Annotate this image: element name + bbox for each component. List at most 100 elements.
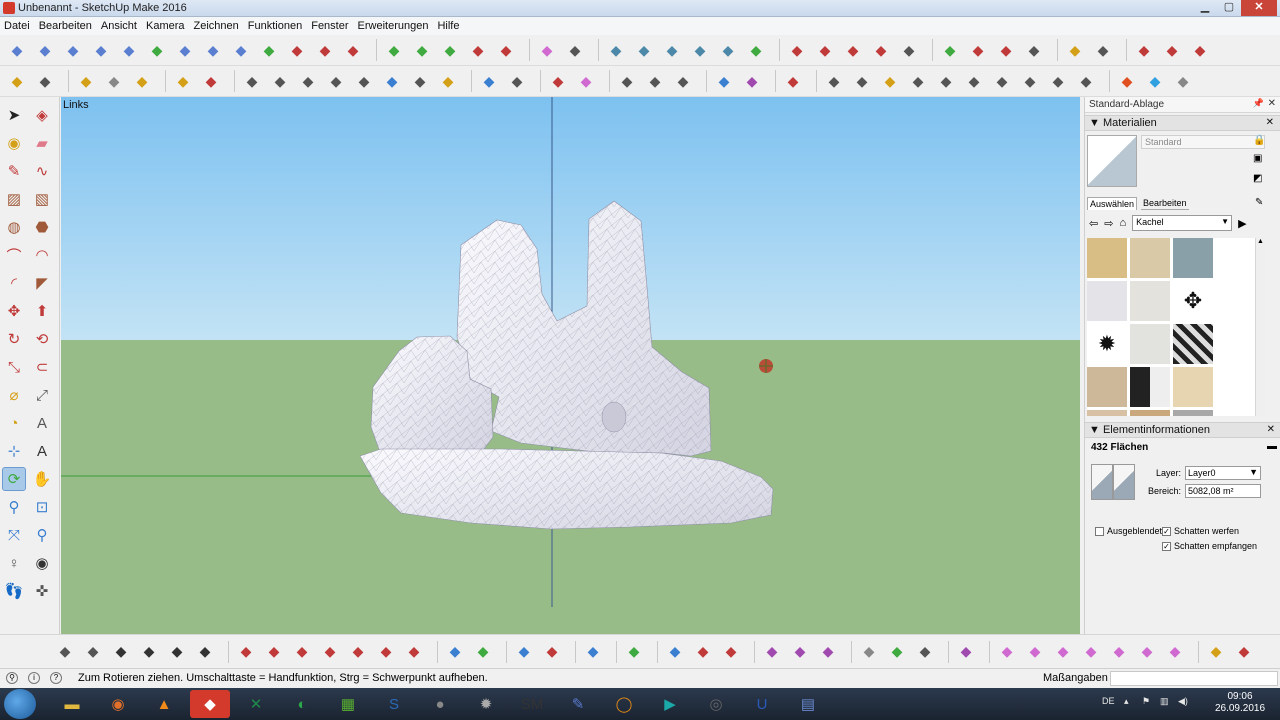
hidden-checkbox[interactable] (1095, 526, 1104, 536)
curve-7-icon[interactable]: ◆ (1164, 641, 1186, 663)
gold-ball-icon[interactable]: ◆ (1064, 39, 1086, 61)
orbit-icon[interactable]: ⟳ (2, 467, 26, 491)
material-swatch[interactable] (1087, 238, 1127, 278)
join-icon[interactable]: ◆ (842, 39, 864, 61)
arc-icon[interactable]: ◆ (230, 39, 252, 61)
default-material-icon[interactable]: ◩ (1253, 173, 1265, 185)
shape-8-icon[interactable]: ◆ (437, 70, 459, 92)
freehand-icon[interactable]: ◆ (6, 39, 28, 61)
solid-3-icon[interactable]: ◆ (661, 39, 683, 61)
align2-icon[interactable]: ◆ (541, 641, 563, 663)
swatches-scrollbar[interactable]: ▲ (1255, 238, 1265, 416)
roof-9-icon[interactable]: ◆ (1047, 70, 1069, 92)
materials-close-icon[interactable]: ✕ (1266, 117, 1274, 128)
ball-app-icon[interactable]: ● (420, 690, 460, 718)
cast-shadow-checkbox[interactable]: ✓ (1162, 526, 1171, 536)
credits-icon[interactable]: i (28, 672, 40, 684)
edit-app-icon[interactable]: ✎ (558, 690, 598, 718)
leaf-icon[interactable]: ◆ (914, 641, 936, 663)
offset-icon[interactable]: ⊂ (30, 355, 54, 379)
roof-10-icon[interactable]: ◆ (1075, 70, 1097, 92)
top-view-icon[interactable]: ◆ (82, 641, 104, 663)
instructor-icon[interactable]: ? (50, 672, 62, 684)
house-back-icon[interactable]: ◆ (194, 641, 216, 663)
pie-icon[interactable]: ◤ (30, 271, 54, 295)
menu-funktionen[interactable]: Funktionen (248, 20, 302, 32)
select-arrow-icon[interactable]: ➤ (2, 103, 26, 127)
shape-6-icon[interactable]: ◆ (381, 70, 403, 92)
arc3-icon[interactable]: ◆ (342, 39, 364, 61)
gem-3-icon[interactable]: ◆ (817, 641, 839, 663)
tools-g3-icon[interactable]: ◆ (955, 641, 977, 663)
paint-face-icon[interactable]: ◆ (444, 641, 466, 663)
triangle-icon[interactable]: ◆ (495, 39, 517, 61)
folder-icon[interactable]: ▬ (52, 690, 92, 718)
align-icon[interactable]: ◆ (513, 641, 535, 663)
paint-bucket-icon[interactable]: ◉ (2, 131, 26, 155)
taskbar-clock[interactable]: 09:06 26.09.2016 (1212, 691, 1268, 715)
redo-curve-icon[interactable]: ◆ (692, 641, 714, 663)
measurements-input[interactable] (1110, 671, 1278, 686)
play-app-icon[interactable]: ▶ (650, 690, 690, 718)
move-left-icon[interactable]: ◆ (616, 70, 638, 92)
material-swatch[interactable] (1130, 238, 1170, 278)
menu-hilfe[interactable]: Hilfe (437, 20, 459, 32)
sandbox-3-icon[interactable]: ◆ (291, 641, 313, 663)
scissors-icon[interactable]: ◆ (967, 39, 989, 61)
shape-1-icon[interactable]: ◆ (241, 70, 263, 92)
vertical-line-icon[interactable]: ◆ (472, 641, 494, 663)
roof-7-icon[interactable]: ◆ (991, 70, 1013, 92)
solid-6-icon[interactable]: ◆ (745, 39, 767, 61)
entity-info-close-icon[interactable]: ✕ (1267, 424, 1275, 435)
s-app-icon[interactable]: S (374, 690, 414, 718)
protractor-icon[interactable]: ◔ (2, 411, 26, 435)
spring-icon[interactable]: ◆ (62, 39, 84, 61)
previous-view-icon[interactable]: ⚲ (30, 523, 54, 547)
material-swatch[interactable] (1130, 367, 1170, 407)
orange-app-icon[interactable]: ◯ (604, 690, 644, 718)
move-icon[interactable]: ✥ (2, 299, 26, 323)
shape-4-icon[interactable]: ◆ (325, 70, 347, 92)
green-app-icon[interactable]: ◐ (282, 690, 322, 718)
maximize-button[interactable]: ▢ (1217, 0, 1241, 16)
tape-measure-icon[interactable]: ⌀ (2, 383, 26, 407)
3d-text-icon[interactable]: A (30, 439, 54, 463)
receive-shadow-row[interactable]: ✓ Schatten empfangen (1162, 541, 1257, 551)
material-swatch[interactable] (1087, 281, 1127, 321)
disc-app-icon[interactable]: ◎ (696, 690, 736, 718)
zoom-extents-icon[interactable]: ⤧ (2, 523, 26, 547)
material-name-field[interactable]: Standard (1141, 135, 1265, 149)
dimension-icon[interactable]: ⤢ (30, 383, 54, 407)
material-swatch[interactable] (1173, 367, 1213, 407)
box3-icon[interactable]: ◆ (131, 70, 153, 92)
sm-app-icon[interactable]: SM (512, 690, 552, 718)
material-swatch[interactable] (1087, 410, 1127, 416)
tab-select[interactable]: Auswählen (1087, 197, 1138, 210)
look-around-icon[interactable]: ◉ (30, 551, 54, 575)
sandbox-5-icon[interactable]: ◆ (347, 641, 369, 663)
circle-icon[interactable]: ◍ (2, 215, 26, 239)
position-camera-icon[interactable]: ♀ (2, 551, 26, 575)
section-2-icon[interactable]: ◆ (1161, 39, 1183, 61)
create-material-icon[interactable]: ▣ (1253, 153, 1265, 165)
tree-icon[interactable]: ◆ (886, 641, 908, 663)
line-icon[interactable]: ◆ (383, 39, 405, 61)
material-swatch[interactable]: ✥ (1173, 281, 1213, 321)
receive-shadow-checkbox[interactable]: ✓ (1162, 541, 1171, 551)
split-icon[interactable]: ◆ (814, 39, 836, 61)
rotate-icon[interactable]: ↻ (2, 327, 26, 351)
roof-5-icon[interactable]: ◆ (935, 70, 957, 92)
section-plane-icon[interactable]: ✜ (30, 579, 54, 603)
grid-app-icon[interactable]: ▦ (328, 690, 368, 718)
solid-4-icon[interactable]: ◆ (689, 39, 711, 61)
menu-erweiterungen[interactable]: Erweiterungen (358, 20, 429, 32)
push-pull-icon[interactable]: ⬆ (30, 299, 54, 323)
sketchup-icon[interactable]: ◆ (190, 690, 230, 718)
polygon-icon[interactable]: ◆ (411, 39, 433, 61)
entity-info-toggle-icon[interactable]: ▬ (1267, 441, 1277, 452)
two-point-arc-icon[interactable]: ◠ (30, 243, 54, 267)
curve2-icon[interactable]: ◆ (314, 39, 336, 61)
curve-6-icon[interactable]: ◆ (1136, 641, 1158, 663)
flag-icon[interactable]: ⚑ (1142, 696, 1150, 707)
wrench-icon[interactable]: ◆ (439, 39, 461, 61)
